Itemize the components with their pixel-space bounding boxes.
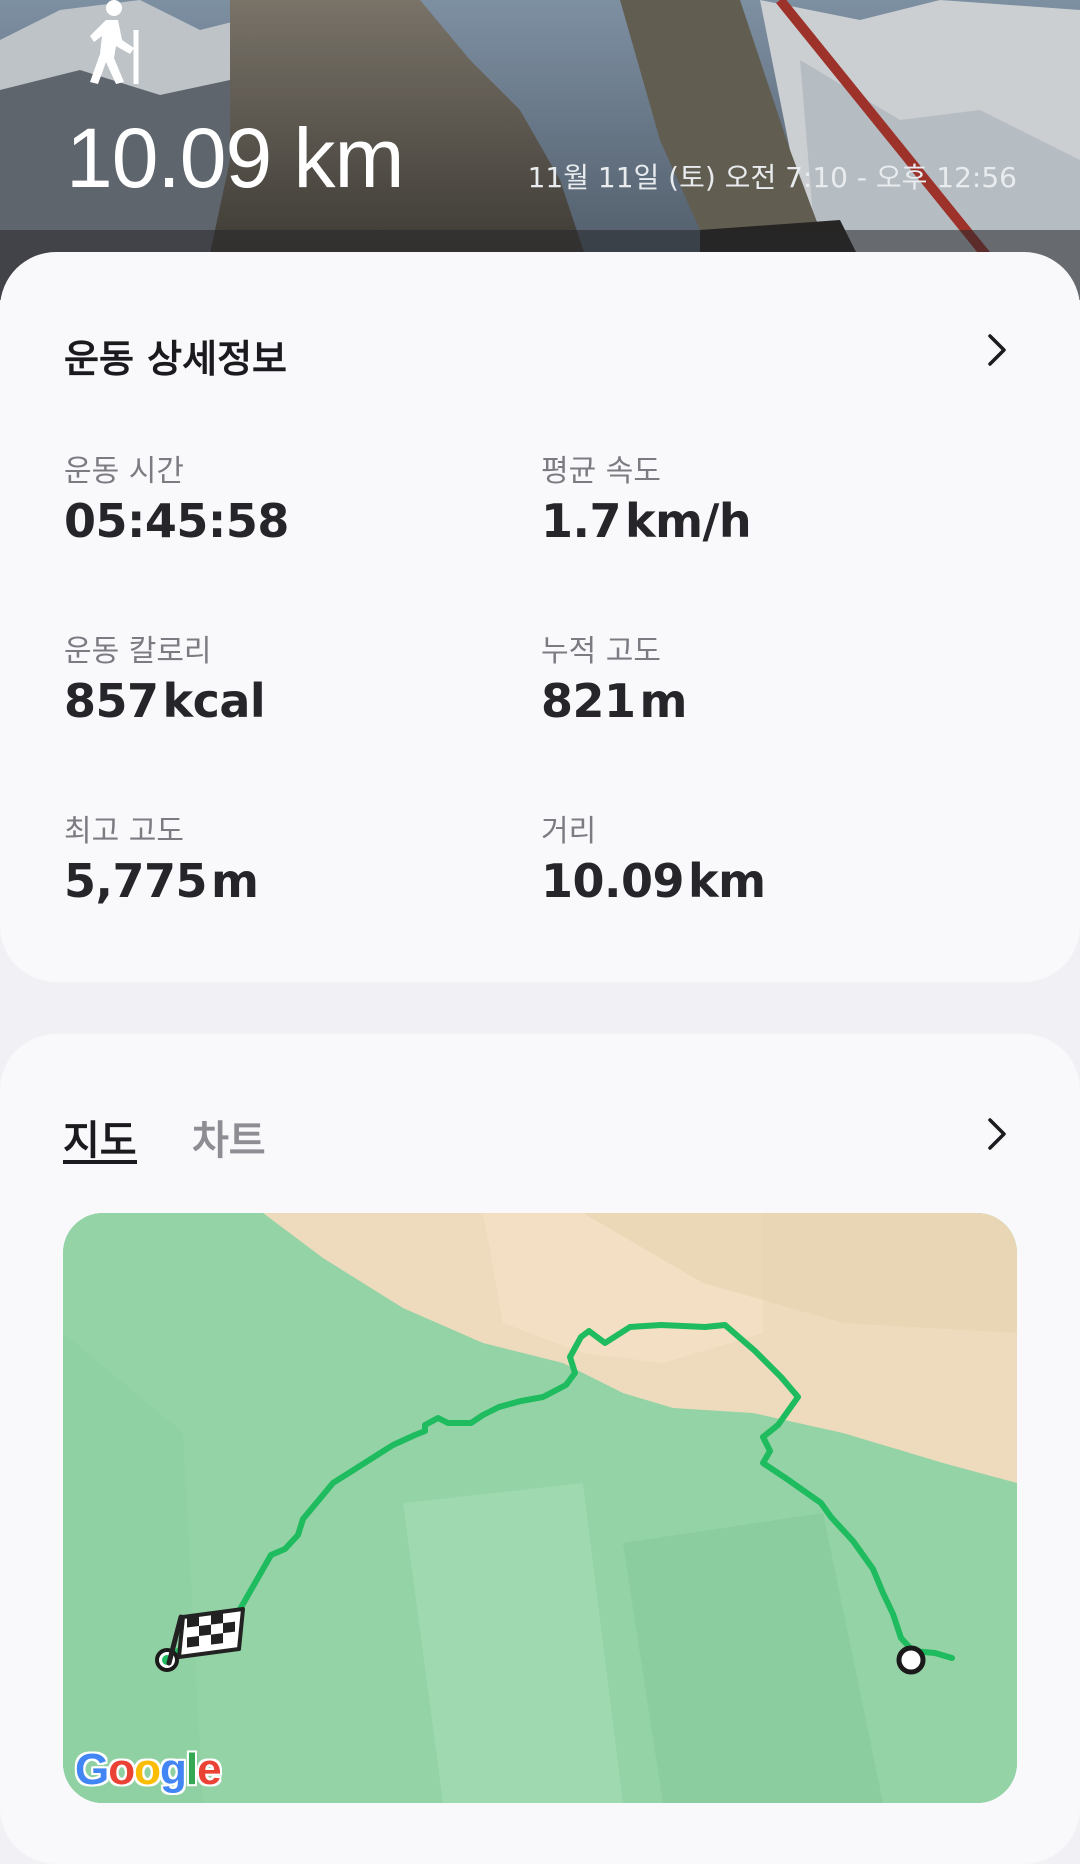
workout-time-range: 11월 11일 (토) 오전 7:10 - 오후 12:56	[527, 161, 1017, 194]
chevron-right-icon[interactable]	[980, 1114, 1012, 1154]
stat-label-duration: 운동 시간	[64, 454, 184, 489]
stat-label-elevation-gain: 누적 고도	[541, 634, 661, 669]
route-map[interactable]: Google	[63, 1213, 1017, 1803]
stat-label-max-altitude: 최고 고도	[64, 814, 184, 849]
stat-value-elevation-gain: 821m	[541, 674, 687, 728]
stat-value-max-altitude: 5,775m	[64, 854, 259, 908]
stat-value-duration: 05:45:58	[64, 494, 289, 548]
stat-label-calories: 운동 칼로리	[64, 634, 212, 669]
stat-label-avg-speed: 평균 속도	[541, 454, 661, 489]
stat-label-distance: 거리	[541, 814, 597, 849]
tab-chart[interactable]: 차트	[192, 1108, 266, 1166]
hiking-person-icon	[90, 0, 139, 84]
details-title: 운동 상세정보	[64, 337, 287, 381]
total-distance: 10.09 km	[66, 111, 405, 205]
map-card: 지도 차트 Google	[0, 1034, 1080, 1864]
stat-value-distance: 10.09km	[541, 854, 766, 908]
workout-details-card[interactable]: 운동 상세정보 운동 시간 05:45:58 평균 속도 1.7km/h 운동 …	[0, 252, 1080, 982]
google-logo: Google	[75, 1745, 222, 1794]
chevron-right-icon[interactable]	[980, 330, 1012, 370]
end-point-icon	[896, 1645, 926, 1675]
tab-selected-indicator	[63, 1160, 137, 1164]
route-map-canvas	[63, 1213, 1017, 1803]
tab-map[interactable]: 지도	[63, 1108, 137, 1166]
stat-value-calories: 857kcal	[64, 674, 266, 728]
stat-value-avg-speed: 1.7km/h	[541, 494, 752, 548]
